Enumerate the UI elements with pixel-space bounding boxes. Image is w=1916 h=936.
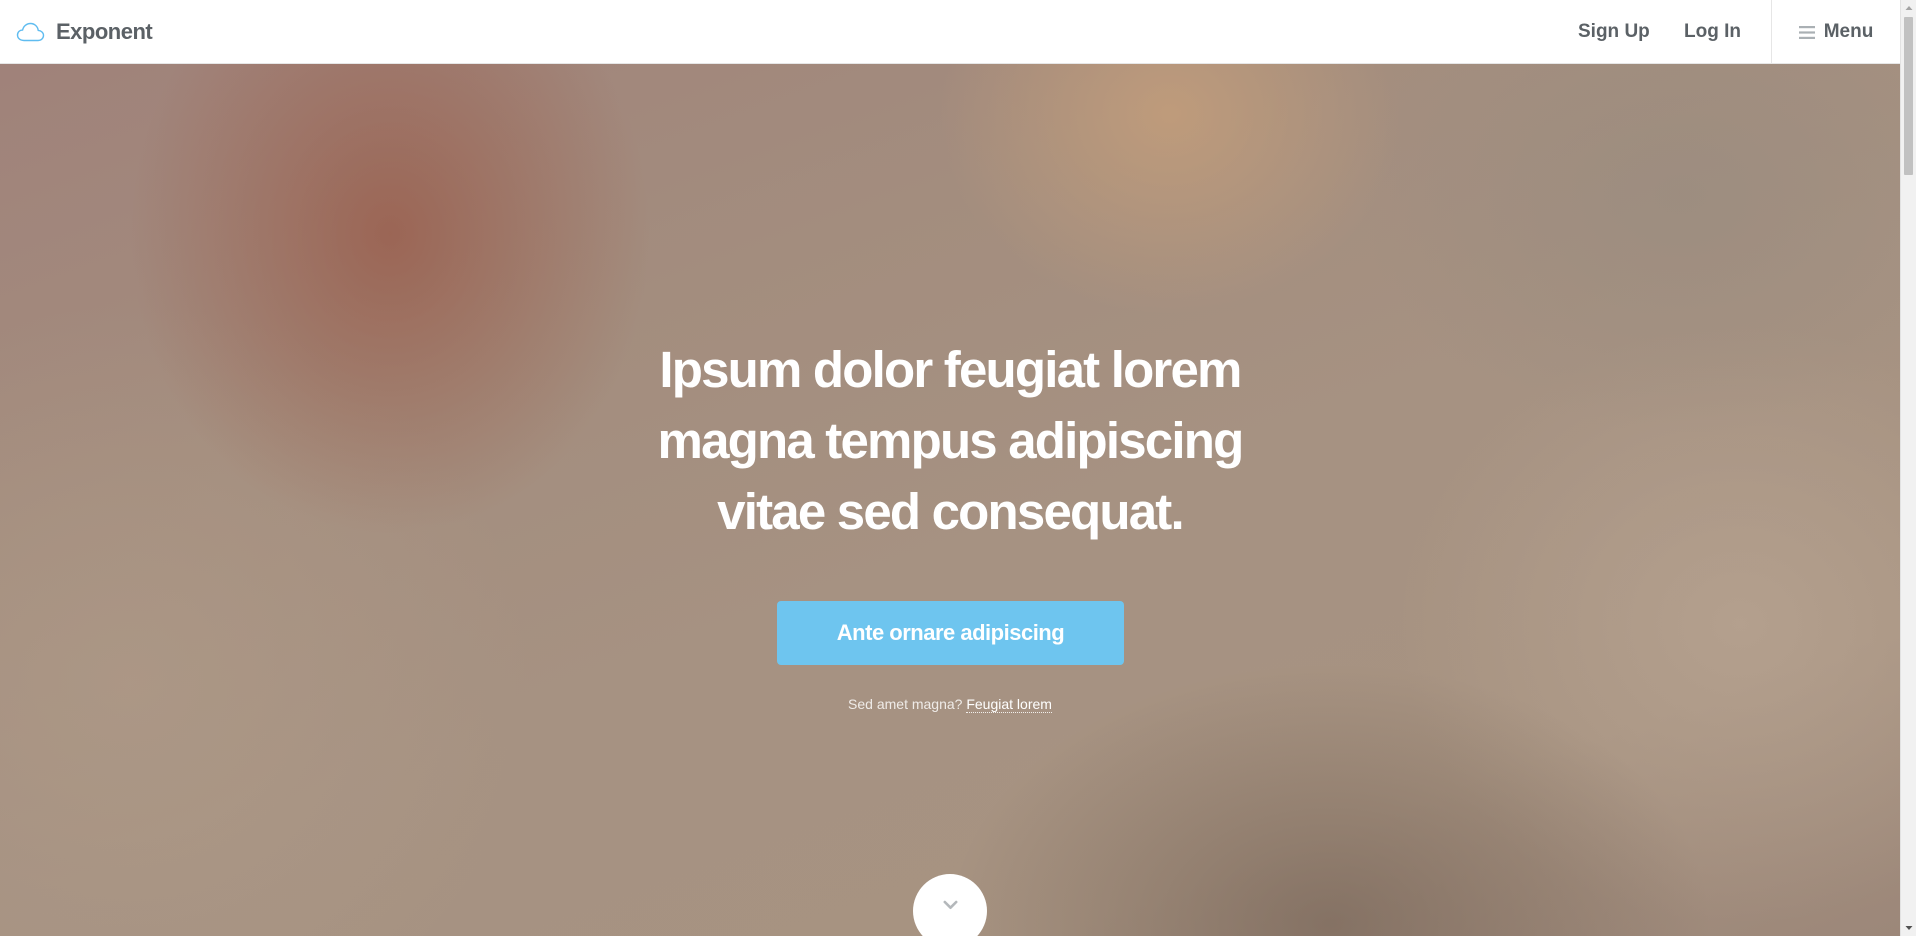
cta-button[interactable]: Ante ornare adipiscing — [777, 601, 1124, 665]
scrollbar-thumb[interactable] — [1904, 17, 1913, 175]
chevron-down-icon — [943, 900, 958, 909]
sign-up-link[interactable]: Sign Up — [1578, 0, 1650, 64]
brand-name: Exponent — [56, 19, 153, 44]
subline-text: Sed amet magna? — [848, 696, 963, 712]
brand-logo[interactable]: Exponent — [16, 0, 153, 64]
headline-line: Ipsum dolor feugiat lorem — [659, 341, 1242, 398]
site-header: Exponent Sign Up Log In Menu — [0, 0, 1900, 64]
log-in-link[interactable]: Log In — [1684, 0, 1741, 64]
menu-toggle[interactable]: Menu — [1771, 0, 1900, 64]
hero-headline: Ipsum dolor feugiat lorem magna tempus a… — [550, 334, 1350, 547]
headline-line: magna tempus adipiscing — [657, 412, 1245, 469]
scroll-up-arrow-icon[interactable] — [1905, 5, 1913, 11]
menu-label: Menu — [1823, 21, 1874, 42]
hamburger-icon — [1798, 25, 1815, 39]
scroll-down-arrow-icon[interactable] — [1905, 925, 1913, 931]
cloud-icon — [16, 22, 45, 42]
hero-subline: Sed amet magna? Feugiat lorem — [700, 696, 1200, 713]
subline-link[interactable]: Feugiat lorem — [966, 696, 1052, 713]
scroll-down-button[interactable] — [913, 874, 987, 936]
hero-banner: Ipsum dolor feugiat lorem magna tempus a… — [0, 64, 1900, 936]
page-scrollbar[interactable] — [1900, 0, 1916, 936]
headline-line: vitae sed consequat. — [717, 483, 1184, 540]
